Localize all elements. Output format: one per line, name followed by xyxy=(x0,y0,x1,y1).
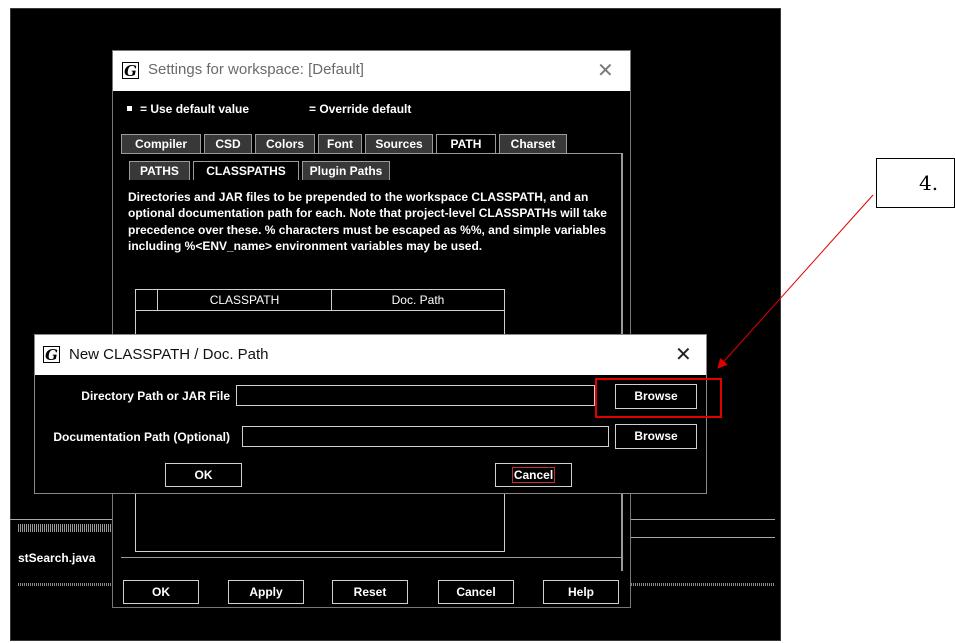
annotation-step-label: 4. xyxy=(919,171,939,195)
annotation-arrow xyxy=(717,194,874,369)
annotation-step-box: 4. xyxy=(876,158,955,208)
